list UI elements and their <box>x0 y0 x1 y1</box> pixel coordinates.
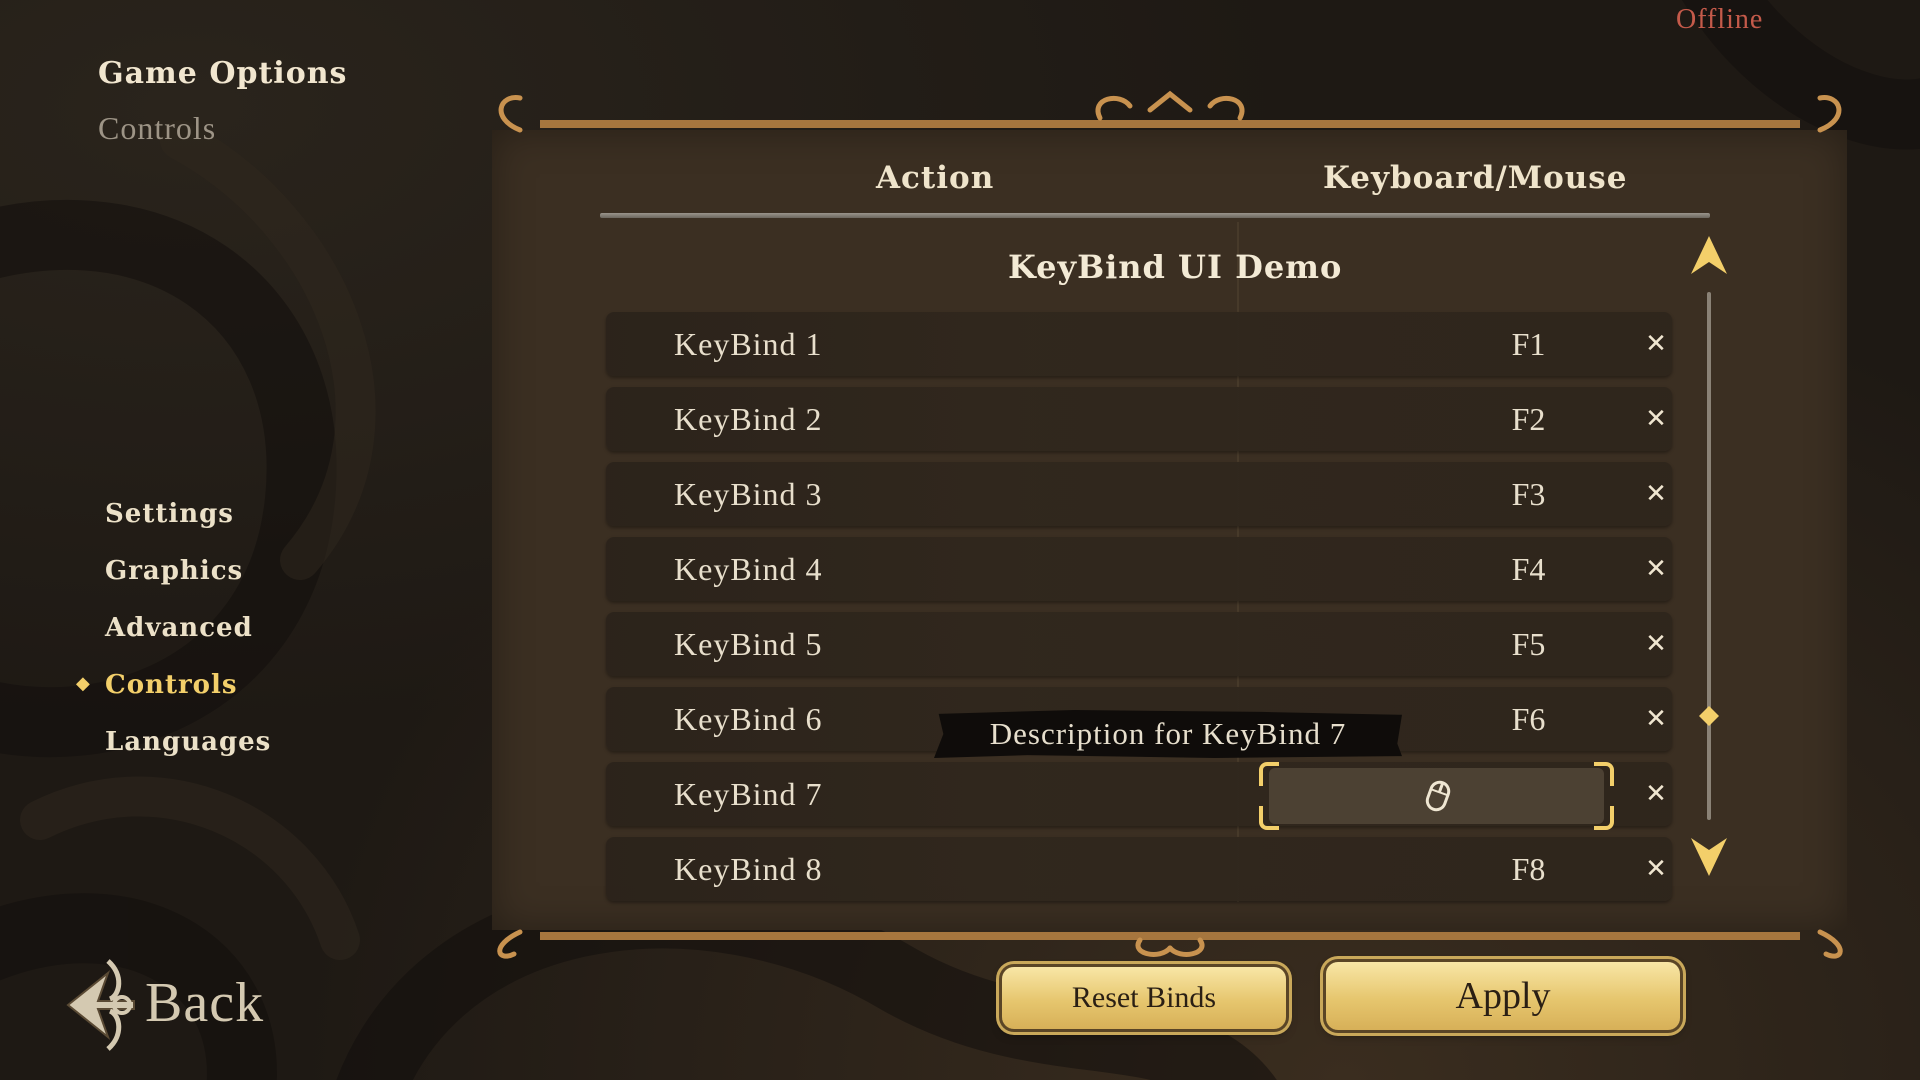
menu-item-settings[interactable]: Settings <box>74 485 374 542</box>
active-marker-icon: ◆ <box>76 673 91 694</box>
section-title: KeyBind UI Demo <box>1008 248 1343 286</box>
close-icon[interactable]: ✕ <box>1626 387 1686 451</box>
keybind-row: KeyBind 5 F5 ✕ <box>606 612 1672 676</box>
key-binding-slot-active[interactable] <box>1259 762 1614 830</box>
game-options-screen: Offline Game Options Controls Settings G… <box>0 0 1920 1080</box>
action-label: KeyBind 5 <box>674 626 823 662</box>
menu-item-label: Graphics <box>105 555 244 586</box>
menu-item-label: Controls <box>105 669 238 700</box>
keybind-row-listening: KeyBind 7 ✕ <box>606 762 1672 830</box>
selection-bracket <box>1594 762 1614 786</box>
close-icon[interactable]: ✕ <box>1626 462 1686 526</box>
reset-binds-button[interactable]: Reset Binds <box>1002 967 1286 1029</box>
menu-item-controls[interactable]: ◆ Controls <box>74 656 374 713</box>
ornate-back-arrow-icon <box>66 959 135 1051</box>
column-header-keyboard-mouse: Keyboard/Mouse <box>1323 160 1628 196</box>
back-label[interactable]: Back <box>145 971 264 1035</box>
action-label: KeyBind 7 <box>674 776 823 812</box>
side-menu: Settings Graphics Advanced ◆ Controls La… <box>74 485 374 770</box>
apply-button[interactable]: Apply <box>1326 962 1680 1030</box>
scrollbar-track[interactable] <box>1707 292 1711 820</box>
action-label: KeyBind 3 <box>674 476 823 512</box>
close-icon[interactable]: ✕ <box>1626 762 1686 826</box>
scroll-up-arrow-icon[interactable] <box>1689 234 1729 278</box>
menu-item-graphics[interactable]: Graphics <box>74 542 374 599</box>
header-divider <box>600 213 1710 218</box>
breadcrumb: Controls <box>98 110 217 146</box>
tooltip-text: Description for KeyBind 7 <box>989 716 1347 751</box>
keybind-list: KeyBind 1 F1 ✕ KeyBind 2 F2 ✕ KeyBind 3 … <box>606 312 1672 912</box>
selection-bracket <box>1259 762 1279 786</box>
scroll-down-arrow-icon[interactable] <box>1689 834 1729 878</box>
action-label: KeyBind 8 <box>674 851 823 887</box>
diamond-icon[interactable] <box>1699 706 1719 726</box>
keybind-row: KeyBind 1 F1 ✕ <box>606 312 1672 376</box>
menu-item-label: Languages <box>105 726 272 757</box>
mouse-icon <box>1425 780 1451 812</box>
selection-bracket <box>1594 806 1614 830</box>
close-icon[interactable]: ✕ <box>1626 612 1686 676</box>
close-icon[interactable]: ✕ <box>1626 537 1686 601</box>
close-icon[interactable]: ✕ <box>1626 837 1686 901</box>
page-title: Game Options <box>98 56 348 91</box>
action-label: KeyBind 6 <box>674 701 823 737</box>
selection-bracket <box>1259 806 1279 830</box>
close-icon[interactable]: ✕ <box>1626 687 1686 751</box>
keybind-row: KeyBind 8 F8 ✕ <box>606 837 1672 901</box>
column-header-action: Action <box>876 160 995 196</box>
connection-status: Offline <box>1676 4 1764 35</box>
action-label: KeyBind 1 <box>674 326 823 362</box>
close-icon[interactable]: ✕ <box>1626 312 1686 376</box>
menu-item-label: Settings <box>105 498 234 529</box>
action-label: KeyBind 4 <box>674 551 823 587</box>
menu-item-languages[interactable]: Languages <box>74 713 374 770</box>
menu-item-label: Advanced <box>105 612 253 643</box>
keybind-row: KeyBind 3 F3 ✕ <box>606 462 1672 526</box>
keybind-row: KeyBind 2 F2 ✕ <box>606 387 1672 451</box>
action-label: KeyBind 2 <box>674 401 823 437</box>
keybind-row: KeyBind 4 F4 ✕ <box>606 537 1672 601</box>
menu-item-advanced[interactable]: Advanced <box>74 599 374 656</box>
